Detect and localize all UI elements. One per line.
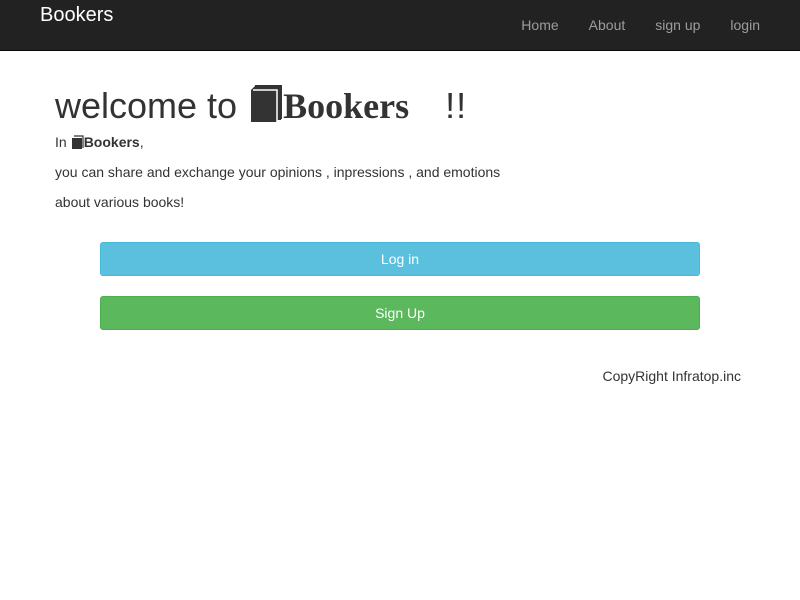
- copyright-text: CopyRight Infratop.inc: [602, 368, 741, 384]
- navbar-brand[interactable]: Bookers: [40, 3, 113, 27]
- book-icon: [249, 84, 283, 122]
- welcome-prefix: welcome to: [55, 85, 238, 126]
- nav-links: Home About sign up login: [521, 16, 760, 34]
- welcome-heading: welcome to Bookers !!: [55, 79, 467, 129]
- book-icon: [71, 134, 84, 149]
- welcome-exclaim: !!: [445, 85, 468, 126]
- nav-link-login[interactable]: login: [730, 16, 760, 34]
- intro-line-1: In Bookers,: [55, 132, 144, 152]
- top-navbar: Bookers Home About sign up login: [0, 0, 800, 51]
- intro-in: In: [55, 134, 67, 150]
- login-button[interactable]: Log in: [100, 242, 700, 276]
- intro-line-3: about various books!: [55, 194, 185, 210]
- nav-link-sign-up[interactable]: sign up: [655, 16, 700, 34]
- signup-button[interactable]: Sign Up: [100, 296, 700, 330]
- intro-comma: ,: [139, 134, 144, 150]
- intro-brand: Bookers: [83, 134, 140, 150]
- intro-line-2: you can share and exchange your opinions…: [55, 164, 501, 180]
- nav-link-home[interactable]: Home: [521, 16, 558, 34]
- nav-link-about[interactable]: About: [589, 16, 626, 34]
- welcome-brand: Bookers: [283, 86, 410, 126]
